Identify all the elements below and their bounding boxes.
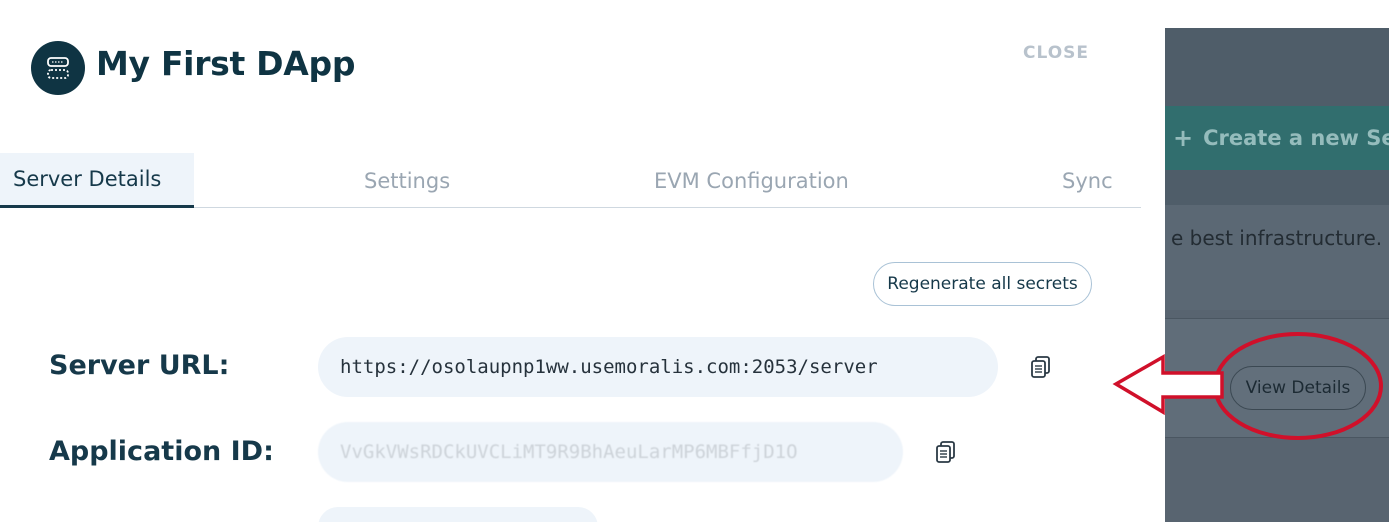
plus-icon: + [1173,124,1194,152]
close-button[interactable]: CLOSE [1023,43,1089,63]
create-server-button[interactable]: + Create a new Se [1165,106,1389,170]
infrastructure-panel [1165,205,1389,310]
view-details-button[interactable]: View Details [1230,366,1366,410]
next-field-partial[interactable] [318,507,598,522]
tab-settings[interactable]: Settings [364,153,450,208]
server-url-label: Server URL: [49,350,230,381]
background-top-strip [1165,0,1389,28]
copy-icon[interactable] [935,440,957,464]
application-id-label: Application ID: [49,436,274,467]
server-icon [31,41,85,95]
application-id-field[interactable]: VvGkVWsRDCkUVCLiMT9R9BhAeuLarMP6MBFfjD1O [318,422,903,482]
tab-sync[interactable]: Sync [1062,153,1113,208]
create-server-label: Create a new Se [1203,126,1389,150]
server-details-modal: My First DApp CLOSE Server Details Setti… [0,0,1165,522]
background-dashboard: + Create a new Se e best infrastructure. [1165,0,1389,522]
tab-bar: Server Details Settings EVM Configuratio… [0,153,1141,208]
tab-server-details[interactable]: Server Details [0,153,194,208]
page-title: My First DApp [96,44,356,83]
regenerate-secrets-button[interactable]: Regenerate all secrets [873,262,1092,306]
server-url-field[interactable]: https://osolaupnp1ww.usemoralis.com:2053… [318,337,998,397]
tab-evm-configuration[interactable]: EVM Configuration [654,153,849,208]
copy-icon[interactable] [1030,355,1052,379]
infrastructure-text: e best infrastructure. [1171,226,1383,250]
